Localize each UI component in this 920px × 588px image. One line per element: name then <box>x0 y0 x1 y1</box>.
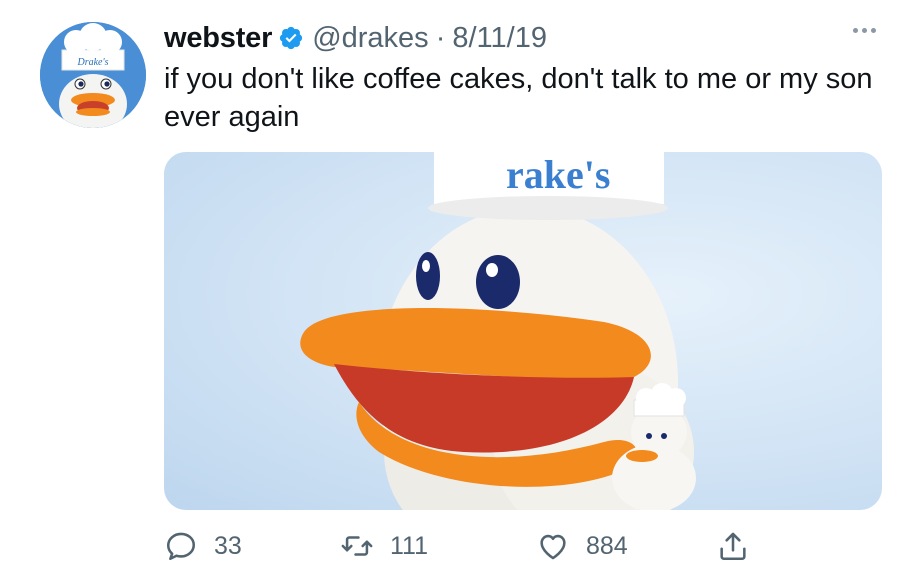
retweet-count: 111 <box>390 531 429 560</box>
author-handle[interactable]: @drakes <box>312 22 428 55</box>
share-button[interactable] <box>716 524 750 568</box>
reply-button[interactable]: 33 <box>164 524 242 568</box>
reply-icon <box>166 532 196 561</box>
like-button[interactable]: 884 <box>536 524 628 568</box>
tweet[interactable]: Drake's webster @drakes · 8/11/19 if you… <box>0 0 920 588</box>
duck-mascot-photo-icon: rake's <box>300 152 696 510</box>
tweet-actions: 33 111 884 <box>164 524 764 568</box>
author-name[interactable]: webster <box>164 22 272 55</box>
verified-badge-icon <box>280 26 303 50</box>
more-options-icon[interactable] <box>853 28 876 33</box>
tweet-header: webster @drakes · 8/11/19 <box>164 18 547 58</box>
avatar[interactable]: Drake's <box>40 22 146 128</box>
tweet-media[interactable]: rake's <box>164 152 882 510</box>
retweet-icon <box>341 536 373 556</box>
avatar-hat-logo: Drake's <box>76 57 108 68</box>
like-count: 884 <box>586 531 628 560</box>
tweet-date[interactable]: 8/11/19 <box>452 22 547 55</box>
reply-count: 33 <box>214 531 242 560</box>
separator-dot: · <box>435 21 446 54</box>
retweet-button[interactable]: 111 <box>340 524 428 568</box>
tweet-text: if you don't like coffee cakes, don't ta… <box>164 63 873 133</box>
heart-icon <box>540 534 566 560</box>
share-icon <box>720 532 746 561</box>
hat-logo-text: rake's <box>506 152 610 197</box>
